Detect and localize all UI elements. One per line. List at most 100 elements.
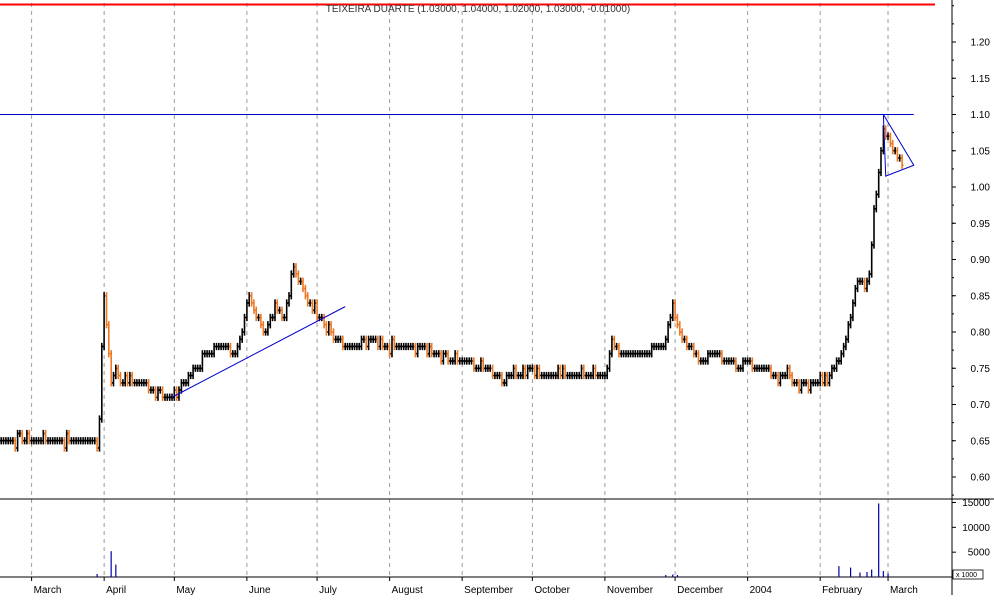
- price-bar: [306, 292, 309, 307]
- price-bar: [25, 430, 28, 445]
- price-bar: [323, 314, 326, 329]
- price-bar: [259, 314, 262, 329]
- price-bar: [515, 365, 518, 380]
- price-bar: [241, 328, 244, 343]
- price-bar: [248, 292, 251, 307]
- price-bar: [332, 328, 335, 343]
- price-bar: [870, 241, 873, 277]
- price-bar: [304, 285, 307, 300]
- price-bar: [68, 430, 71, 445]
- price-bar: [559, 365, 562, 380]
- price-bar: [770, 365, 773, 380]
- price-bar: [826, 372, 829, 387]
- price-bar: [830, 365, 833, 380]
- price-bar: [842, 343, 845, 358]
- price-bar: [454, 350, 457, 365]
- price-tick-label: 1.15: [971, 74, 991, 85]
- price-bar: [786, 365, 789, 380]
- price-bar: [617, 343, 620, 358]
- price-bar: [697, 350, 700, 365]
- price-bar: [238, 336, 241, 351]
- price-bar: [96, 437, 99, 452]
- price-bar: [692, 343, 695, 358]
- price-bar: [538, 365, 541, 380]
- price-bar: [896, 147, 899, 162]
- price-bar: [798, 379, 801, 394]
- price-bar: [650, 343, 653, 358]
- volume-tick-label: 15000: [962, 498, 990, 509]
- price-bar: [613, 336, 616, 351]
- price-bar: [821, 372, 824, 387]
- price-bar: [863, 278, 866, 293]
- price-bar: [779, 372, 782, 387]
- price-bar: [512, 365, 515, 380]
- price-bar: [447, 350, 450, 365]
- price-bar: [479, 357, 482, 372]
- price-bar: [98, 415, 101, 451]
- price-bar: [157, 386, 160, 401]
- price-bar: [500, 372, 503, 387]
- price-bar: [868, 270, 871, 285]
- price-bar: [107, 321, 110, 357]
- price-bar: [131, 372, 134, 387]
- price-bar: [426, 343, 429, 358]
- price-bar: [105, 292, 108, 328]
- price-bar: [720, 350, 723, 365]
- price-tick-label: 1.00: [971, 183, 991, 194]
- time-tick-label: March: [34, 585, 62, 595]
- price-tick-label: 0.90: [971, 255, 991, 266]
- price-bar: [117, 365, 120, 380]
- time-tick-label: December: [677, 585, 724, 595]
- price-bar: [381, 336, 384, 351]
- price-bar: [681, 328, 684, 343]
- price-bar: [582, 365, 585, 380]
- price-bar: [393, 336, 396, 351]
- price-bar: [791, 372, 794, 387]
- price-bar: [110, 350, 113, 386]
- price-bar: [891, 140, 894, 155]
- price-bar: [889, 133, 892, 148]
- price-bar: [297, 270, 300, 285]
- volume-tick-label: 10000: [962, 523, 990, 534]
- price-bar: [901, 154, 904, 169]
- price-bar: [236, 343, 239, 358]
- price-tick-label: 0.65: [971, 436, 991, 447]
- time-tick-label: July: [319, 585, 337, 595]
- chart-frame: [0, 0, 994, 595]
- price-bar: [580, 365, 583, 380]
- price-bar: [255, 307, 258, 322]
- price-tick-label: 1.20: [971, 38, 991, 49]
- price-bar: [269, 314, 272, 329]
- price-bar: [192, 365, 195, 380]
- time-tick-label: June: [249, 585, 271, 595]
- price-bar: [491, 365, 494, 380]
- price-bar: [472, 357, 475, 372]
- price-bar: [147, 379, 150, 394]
- price-bar: [819, 372, 822, 387]
- time-tick-label: 2004: [750, 585, 773, 595]
- price-bar: [292, 263, 295, 278]
- price-bar: [557, 365, 560, 380]
- price-bar: [482, 357, 485, 372]
- price-bar: [252, 299, 255, 314]
- price-bar: [800, 379, 803, 394]
- price-tick-label: 1.10: [971, 110, 991, 121]
- price-bar: [828, 372, 831, 387]
- price-bar: [561, 365, 564, 380]
- time-tick-label: August: [392, 585, 423, 595]
- time-tick-label: March: [890, 585, 918, 595]
- price-bar: [685, 336, 688, 351]
- price-bar: [367, 336, 370, 351]
- price-bar: [442, 350, 445, 365]
- price-bar: [379, 336, 382, 351]
- price-bar: [42, 430, 45, 445]
- price-bar: [706, 350, 709, 365]
- price-bar: [161, 386, 164, 401]
- volume-bars: [97, 503, 888, 577]
- ohlc-chart: 0.600.650.700.750.800.850.900.951.001.05…: [0, 0, 994, 595]
- axes: 0.600.650.700.750.800.850.900.951.001.05…: [0, 6, 990, 595]
- price-bar: [430, 343, 433, 358]
- price-bar: [416, 343, 419, 358]
- price-bar: [311, 299, 314, 314]
- price-bar: [524, 365, 527, 380]
